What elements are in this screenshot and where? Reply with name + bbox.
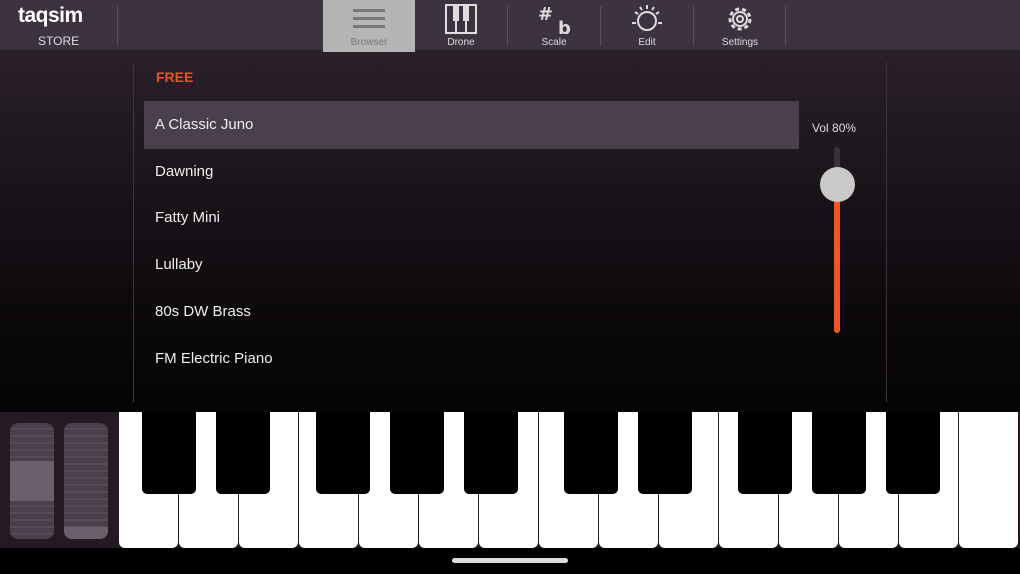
pitch-wheel[interactable] xyxy=(10,423,54,539)
sun-knob-icon xyxy=(601,4,693,34)
section-header: FREE xyxy=(156,69,194,85)
keyboard-area xyxy=(0,412,1020,548)
sharp-flat-icon: # b xyxy=(508,4,600,34)
black-key[interactable] xyxy=(812,412,866,494)
preset-item[interactable]: Dawning xyxy=(144,148,799,196)
tab-settings[interactable]: Settings xyxy=(694,0,786,52)
volume-label: Vol 80% xyxy=(812,121,857,135)
black-key[interactable] xyxy=(216,412,270,494)
divider xyxy=(886,62,887,402)
volume-knob[interactable] xyxy=(820,166,855,202)
gear-icon xyxy=(694,4,786,34)
svg-text:#: # xyxy=(538,4,553,25)
tab-browser[interactable]: Browser xyxy=(323,0,415,52)
preset-item[interactable]: Fatty Mini xyxy=(144,194,799,242)
piano-icon xyxy=(415,4,507,34)
tab-scale[interactable]: # b Scale xyxy=(508,0,600,52)
mod-wheel[interactable] xyxy=(64,423,108,539)
home-indicator[interactable] xyxy=(452,558,568,563)
tab-drone[interactable]: Drone xyxy=(415,0,507,52)
black-key[interactable] xyxy=(316,412,370,494)
store-button[interactable]: STORE xyxy=(38,34,79,48)
preset-item[interactable]: 80s DW Brass xyxy=(144,288,799,336)
black-key[interactable] xyxy=(390,412,444,494)
black-key[interactable] xyxy=(638,412,692,494)
preset-item[interactable]: FM Electric Piano xyxy=(144,335,799,383)
top-toolbar: taqsim STORE Browser Drone # b Scale Edit… xyxy=(0,0,1020,52)
tab-edit[interactable]: Edit xyxy=(601,0,693,52)
divider xyxy=(117,6,118,46)
volume-fill xyxy=(834,184,840,333)
divider xyxy=(785,6,786,46)
black-key[interactable] xyxy=(738,412,792,494)
black-key[interactable] xyxy=(464,412,518,494)
preset-item[interactable]: A Classic Juno xyxy=(144,101,799,149)
black-key[interactable] xyxy=(886,412,940,494)
white-key[interactable] xyxy=(959,412,1018,548)
black-key[interactable] xyxy=(142,412,196,494)
hamburger-icon xyxy=(323,4,415,34)
svg-text:b: b xyxy=(558,18,571,34)
divider xyxy=(133,62,134,402)
preset-item[interactable]: Lullaby xyxy=(144,241,799,289)
logo: taqsim xyxy=(18,4,83,27)
preset-browser: FREE A Classic Juno Dawning Fatty Mini Lull… xyxy=(0,52,1020,412)
black-key[interactable] xyxy=(564,412,618,494)
